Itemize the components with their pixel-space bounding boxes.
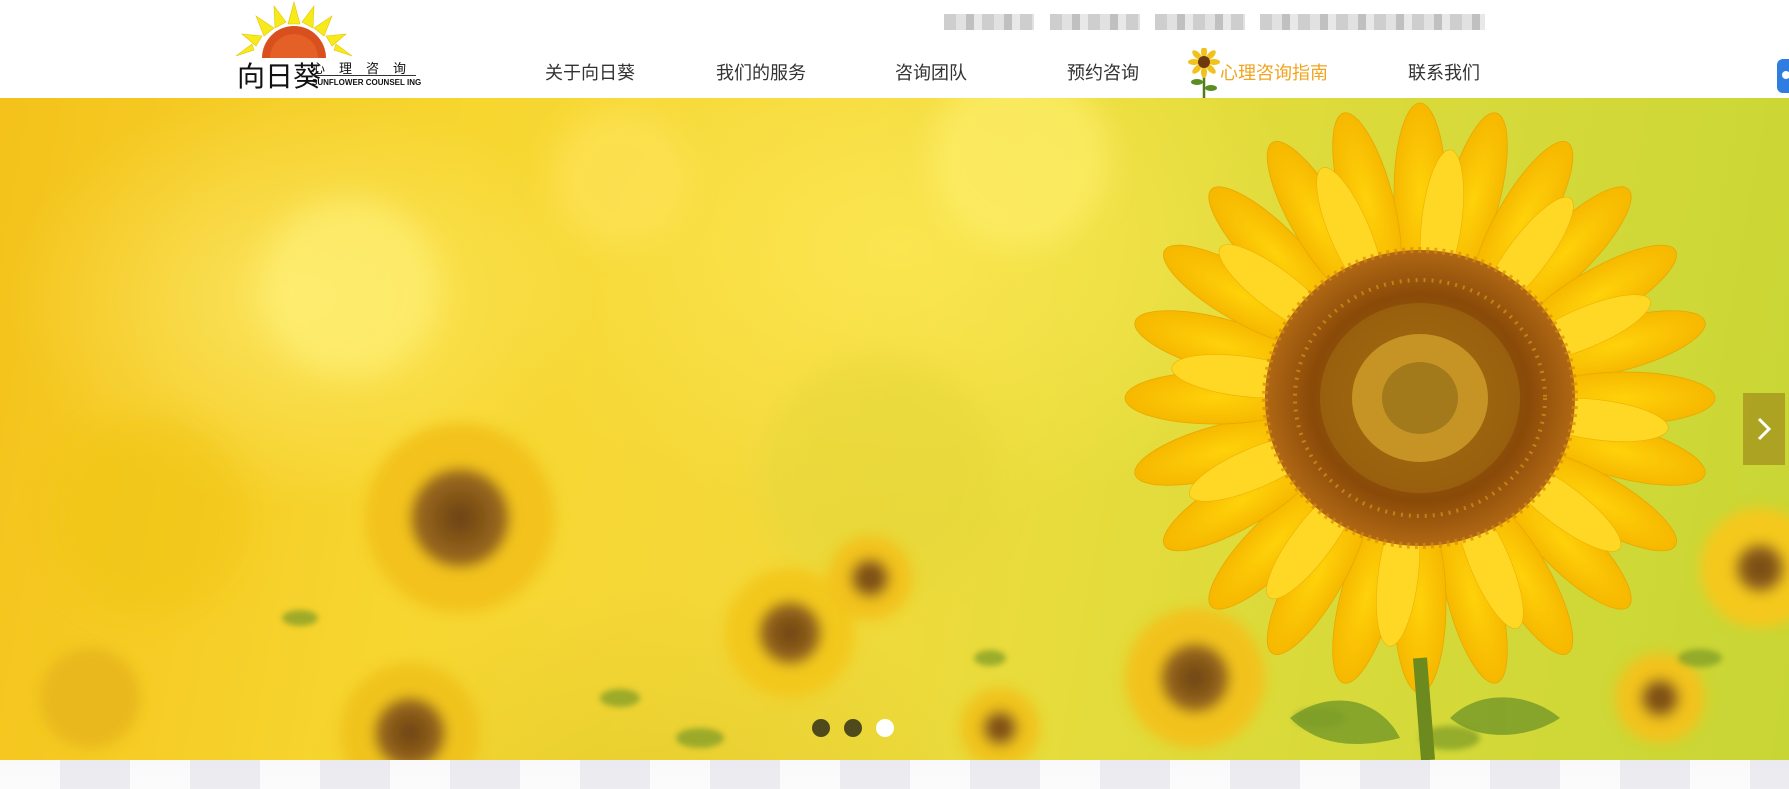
next-slide-button[interactable] [1743,393,1785,465]
slide-dot-3[interactable] [876,719,894,737]
sunflower-field-image [40,98,1789,760]
content-section-top [0,760,1789,789]
site-header: 向日葵 心理咨询 SUNFLOWER COUNSEL ING 关于向日葵 我们的… [0,0,1789,98]
top-link-2[interactable] [1050,14,1140,30]
top-link-1[interactable] [944,14,1034,30]
hero-banner [0,98,1789,760]
nav-item-contact[interactable]: 联系我们 [1408,60,1480,88]
nav-item-guide[interactable]: 心理咨询指南 [1220,60,1328,88]
nav-item-booking[interactable]: 预约咨询 [1067,60,1139,88]
chevron-right-icon [1757,417,1772,441]
nav-item-about[interactable]: 关于向日葵 [545,60,635,88]
top-link-3[interactable] [1155,14,1245,30]
sun-logo-icon [235,0,353,58]
nav-item-services[interactable]: 我们的服务 [716,60,806,88]
slide-dot-1[interactable] [812,719,830,737]
nav-item-team[interactable]: 咨询团队 [895,60,967,88]
top-link-4[interactable] [1260,14,1485,30]
main-nav: 关于向日葵 我们的服务 咨询团队 预约咨询 心理咨询指南 联系我们 [0,60,1789,90]
sunflower-icon [1188,48,1220,98]
page: 向日葵 心理咨询 SUNFLOWER COUNSEL ING 关于向日葵 我们的… [0,0,1789,789]
slide-dot-2[interactable] [844,719,862,737]
side-chat-tab[interactable] [1777,59,1789,93]
